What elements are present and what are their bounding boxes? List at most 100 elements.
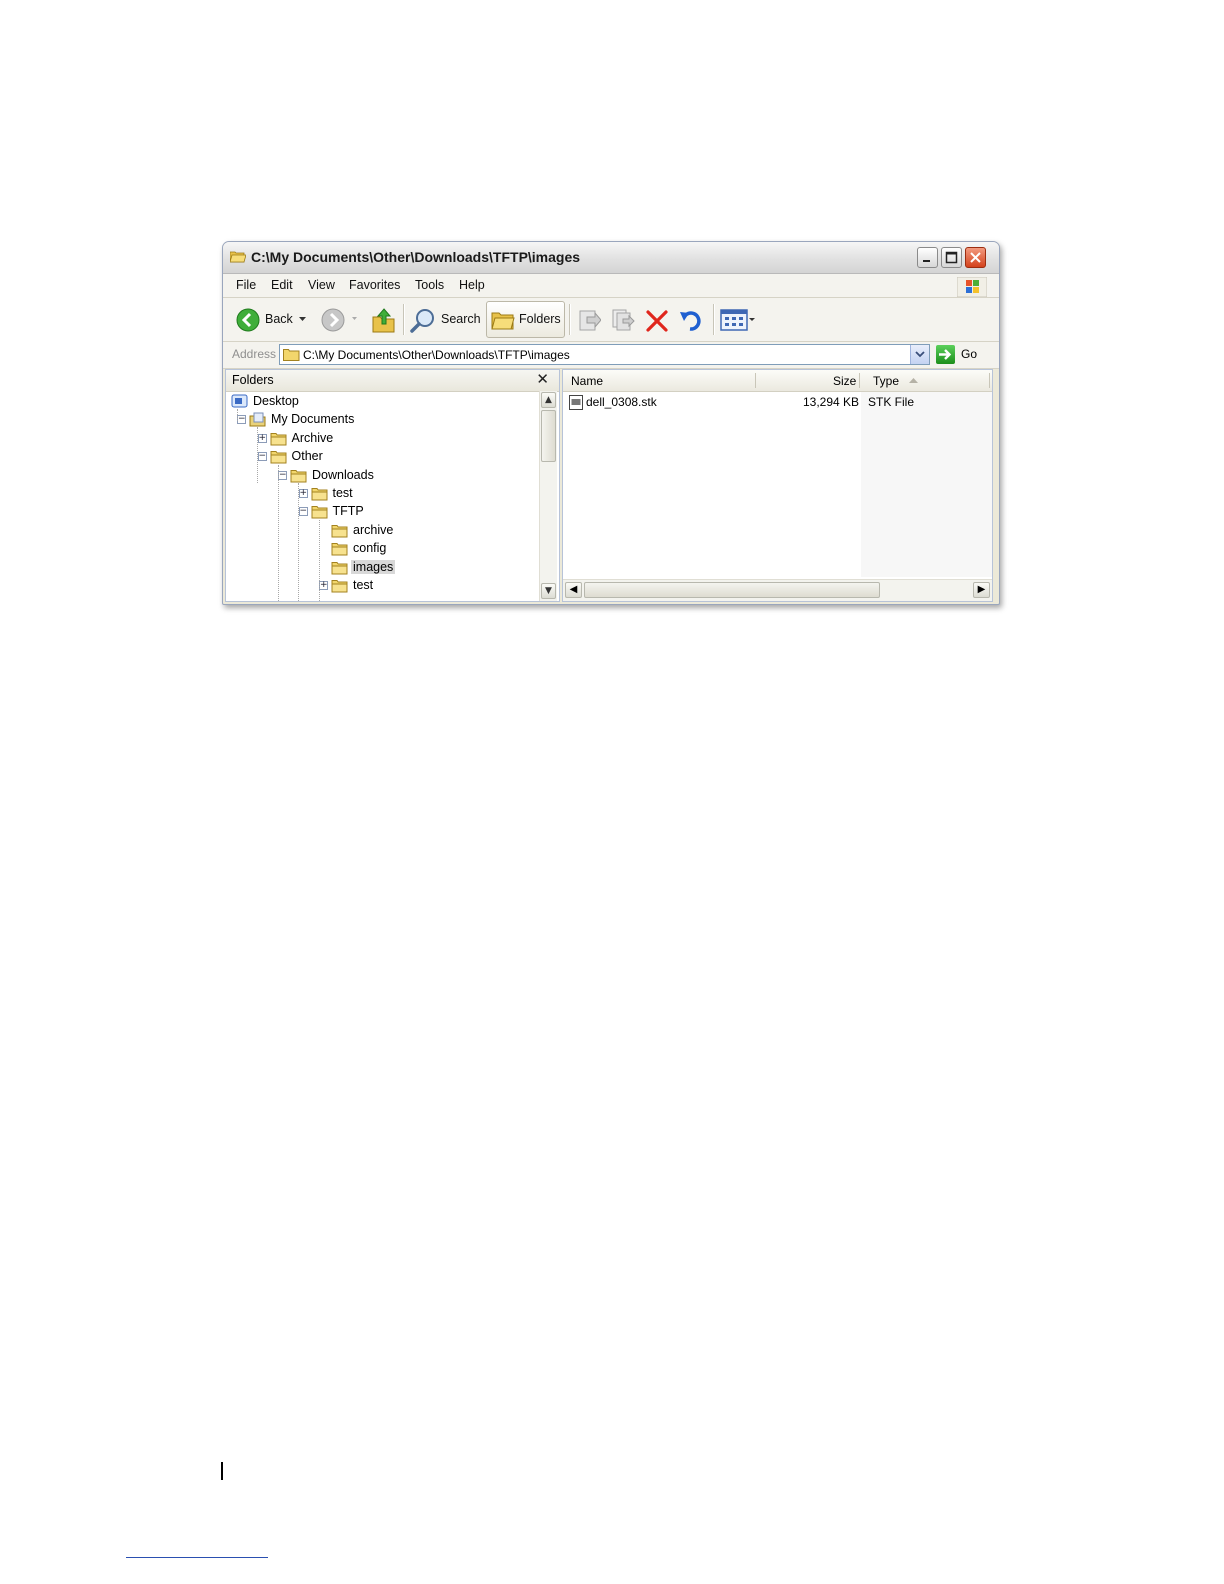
forward-arrow-icon — [321, 308, 345, 332]
folders-icon — [491, 312, 515, 330]
column-headers: Name Size Type — [563, 370, 992, 392]
back-arrow-icon — [236, 308, 260, 332]
back-button[interactable]: Back — [233, 302, 306, 337]
tree-item[interactable]: + test — [226, 485, 539, 503]
scroll-down-button[interactable]: ▼ — [541, 583, 556, 599]
toolbar-separator — [403, 304, 405, 335]
column-name[interactable]: Name — [571, 374, 603, 388]
go-button[interactable] — [936, 345, 955, 364]
minimize-button[interactable] — [917, 247, 938, 268]
close-button[interactable] — [965, 247, 986, 268]
column-size[interactable]: Size — [833, 374, 856, 388]
scroll-right-button[interactable]: ▶ — [973, 582, 990, 598]
scroll-thumb[interactable] — [541, 410, 556, 462]
folder-icon — [311, 506, 327, 519]
move-to-button[interactable] — [575, 302, 603, 337]
page-margin-mark — [221, 1462, 223, 1480]
copy-to-icon — [612, 309, 635, 331]
back-dropdown-icon[interactable] — [299, 317, 306, 322]
tree-item[interactable]: Desktop — [226, 393, 539, 411]
sorted-column-shade — [861, 392, 992, 577]
column-divider[interactable] — [755, 373, 756, 388]
scroll-left-button[interactable]: ◀ — [565, 582, 582, 598]
views-dropdown-icon — [749, 318, 755, 321]
collapse-icon[interactable]: − — [278, 470, 287, 480]
menu-favorites[interactable]: Favorites — [349, 278, 400, 292]
tree-item-label: Downloads — [312, 467, 374, 482]
tree-item[interactable]: + test — [226, 577, 539, 595]
tree-item[interactable]: − Downloads — [226, 467, 539, 485]
folders-button[interactable]: Folders — [486, 301, 565, 338]
delete-icon — [646, 310, 668, 332]
folder-icon — [311, 488, 327, 501]
address-dropdown-button[interactable] — [910, 345, 929, 364]
collapse-icon[interactable]: − — [298, 507, 308, 517]
menu-help[interactable]: Help — [459, 278, 485, 292]
folder-icon — [290, 469, 307, 483]
tree-item-label: images — [351, 559, 396, 574]
toolbar-separator — [569, 304, 571, 335]
file-row[interactable]: dell_0308.stk 13,294 KB STK File — [567, 394, 987, 412]
search-button[interactable]: Search — [410, 302, 481, 337]
file-list-pane: Name Size Type dell_0308.stk 13,294 KB S… — [562, 369, 993, 602]
folder-tree-scrollbar[interactable]: ▲ ▼ — [539, 391, 557, 601]
tree-item[interactable]: images — [226, 559, 539, 577]
scroll-up-button[interactable]: ▲ — [541, 392, 556, 408]
search-icon — [410, 309, 434, 333]
expand-icon[interactable]: + — [298, 489, 308, 498]
delete-button[interactable] — [643, 302, 671, 337]
column-divider[interactable] — [859, 373, 860, 388]
forward-dropdown-icon — [352, 317, 357, 320]
minimize-icon — [923, 260, 930, 262]
forward-button[interactable] — [319, 302, 359, 337]
menu-bar: File Edit View Favorites Tools Help — [223, 274, 999, 298]
folder-icon — [331, 561, 348, 575]
tree-item[interactable]: − My Documents — [226, 411, 539, 429]
file-list-scrollbar[interactable]: ◀ ▶ — [563, 579, 992, 601]
column-divider[interactable] — [989, 373, 990, 388]
folder-icon — [331, 543, 348, 556]
menu-edit[interactable]: Edit — [271, 278, 293, 292]
desktop-icon — [231, 394, 248, 408]
go-label[interactable]: Go — [961, 347, 977, 361]
close-icon[interactable]: ✕ — [536, 370, 549, 388]
views-button[interactable] — [719, 302, 757, 337]
tree-item[interactable]: config — [226, 540, 539, 558]
tree-item[interactable]: − TFTP — [226, 503, 539, 521]
title-bar[interactable]: C:\My Documents\Other\Downloads\TFTP\ima… — [223, 242, 999, 274]
window-title: C:\My Documents\Other\Downloads\TFTP\ima… — [251, 249, 581, 265]
folders-label: Folders — [519, 312, 561, 326]
undo-button[interactable] — [677, 302, 705, 337]
folder-icon — [283, 349, 300, 361]
copy-to-button[interactable] — [609, 302, 637, 337]
maximize-button[interactable] — [941, 247, 962, 268]
move-to-icon — [579, 310, 601, 331]
column-type[interactable]: Type — [873, 374, 899, 388]
horizontal-scroll-thumb[interactable] — [584, 582, 880, 598]
up-folder-icon — [372, 308, 395, 333]
up-folder-button[interactable] — [371, 302, 397, 337]
tree-item-label: Archive — [291, 430, 334, 445]
tree-item[interactable]: archive — [226, 522, 539, 540]
collapse-icon[interactable]: − — [237, 415, 246, 425]
tree-item[interactable]: + Archive — [226, 430, 539, 448]
tree-item-label: Desktop — [253, 394, 299, 408]
address-bar: Address C:\My Documents\Other\Downloads\… — [223, 342, 999, 369]
back-label: Back — [265, 312, 293, 326]
expand-icon[interactable]: + — [257, 433, 267, 443]
views-icon — [720, 309, 748, 331]
tree-item-label: config — [353, 541, 387, 556]
address-input[interactable]: C:\My Documents\Other\Downloads\TFTP\ima… — [279, 344, 930, 365]
menu-file[interactable]: File — [236, 278, 256, 292]
file-icon — [569, 395, 583, 410]
go-arrow-icon — [939, 349, 952, 360]
my-documents-icon — [249, 412, 266, 427]
menu-view[interactable]: View — [308, 278, 335, 292]
collapse-icon[interactable]: − — [257, 452, 267, 462]
tree-item[interactable]: − Other — [226, 448, 539, 466]
expand-icon[interactable]: + — [319, 581, 328, 590]
folder-icon — [270, 432, 286, 446]
menu-tools[interactable]: Tools — [415, 278, 444, 292]
file-size: 13,294 KB — [803, 395, 860, 409]
folder-icon — [331, 524, 348, 538]
